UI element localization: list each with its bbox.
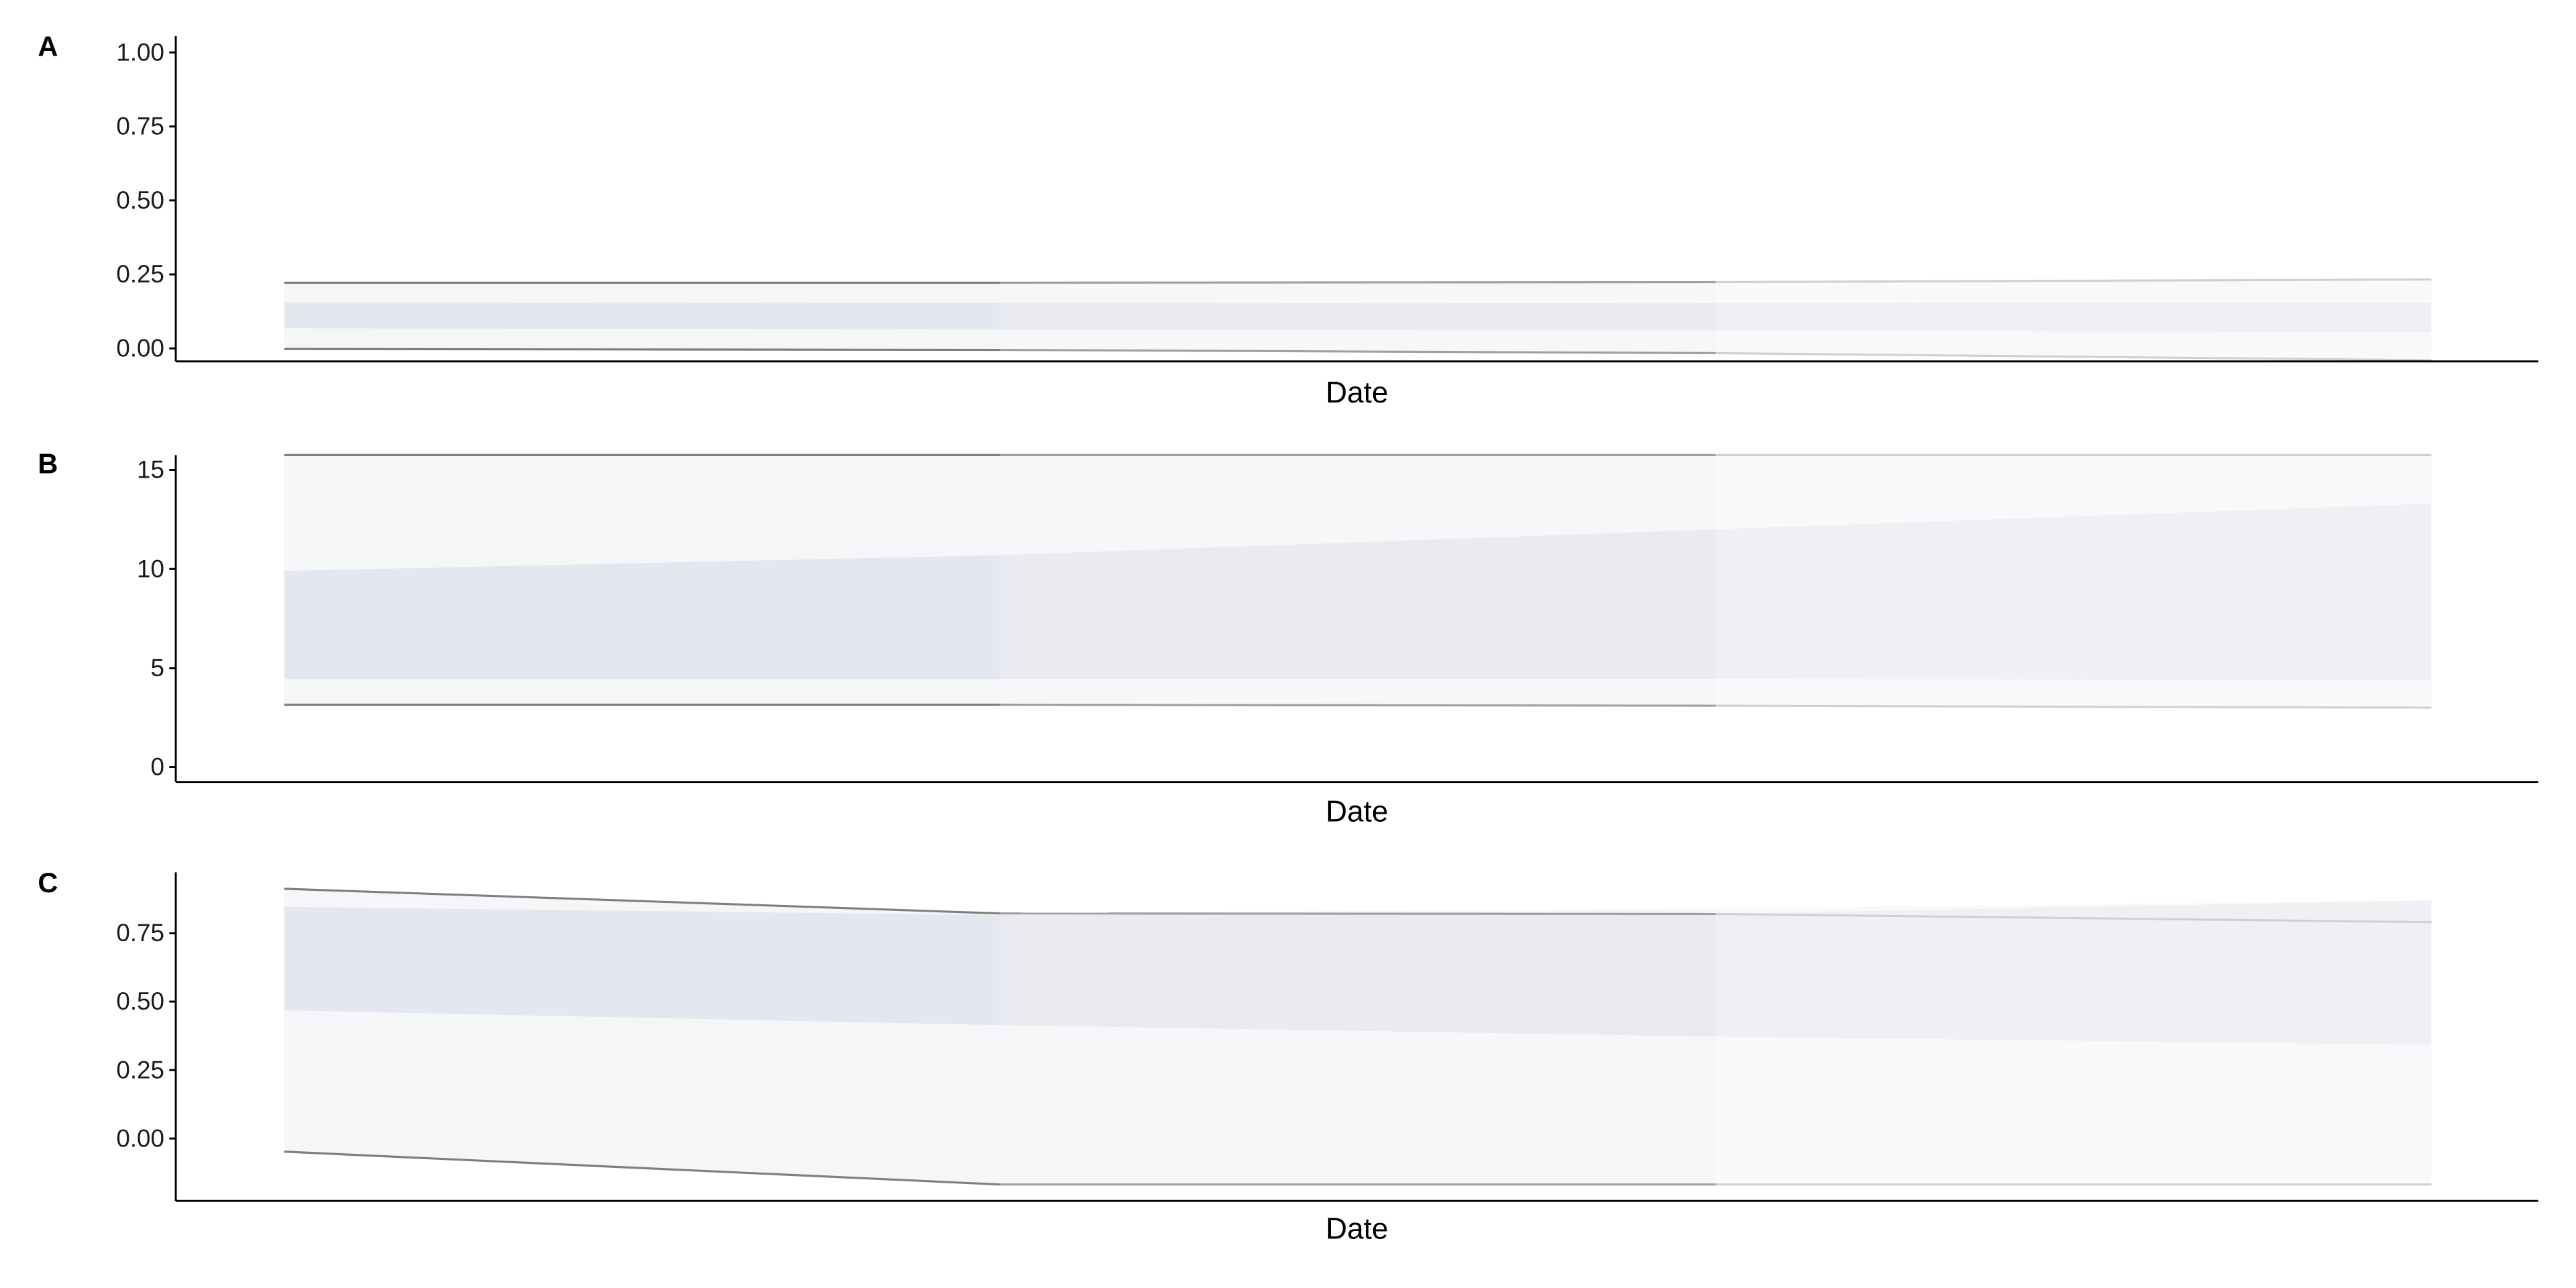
lower-line-segment	[1000, 703, 1716, 707]
inner-band-segment	[284, 555, 1000, 680]
y-tick-label: 15	[137, 456, 164, 484]
upper-line-segment	[1000, 280, 1716, 284]
inner-band-segment	[1000, 914, 1716, 1037]
y-tick-label: 5	[150, 654, 164, 682]
y-tick-label: 0.00	[116, 335, 164, 362]
x-axis-title: Date	[1326, 1213, 1388, 1246]
y-tick-label: 0	[150, 753, 164, 781]
y-tick-label: 0.75	[116, 919, 164, 947]
inner-band-segment	[1000, 303, 1716, 331]
y-tick-label: 0.00	[116, 1124, 164, 1152]
panel-c: 0.00 0.25 0.50 0.75 C Date	[38, 867, 2538, 1246]
y-tick-label: 0.50	[116, 987, 164, 1015]
inner-band-segment	[1715, 503, 2432, 680]
y-tick-label: 0.25	[116, 260, 164, 288]
x-axis-title: Date	[1326, 376, 1388, 409]
panel-label: A	[38, 30, 58, 62]
inner-band-segment	[1000, 529, 1716, 680]
panel-b: 0 5 10 15 B Date	[38, 447, 2538, 828]
y-tick-label: 0.75	[116, 113, 164, 140]
inner-band-segment	[284, 906, 1000, 1026]
x-axis-title: Date	[1326, 795, 1388, 828]
panel-label: C	[38, 867, 58, 898]
y-tick-label: 0.25	[116, 1056, 164, 1083]
chart-figure: 0.000.250.500.751.00ADate051015BDate0.00…	[38, 30, 2538, 1246]
inner-band-segment	[284, 302, 1000, 330]
y-tick-label: 1.00	[116, 38, 164, 66]
y-tick-label: 10	[137, 555, 164, 582]
y-tick-label: 0.50	[116, 186, 164, 214]
panel-a: 0.00 0.25 0.50 0.75 1.00 A Date	[38, 30, 2538, 409]
lower-line-segment	[284, 347, 1000, 352]
inner-band-segment	[1715, 302, 2432, 333]
panel-label: B	[38, 447, 58, 479]
